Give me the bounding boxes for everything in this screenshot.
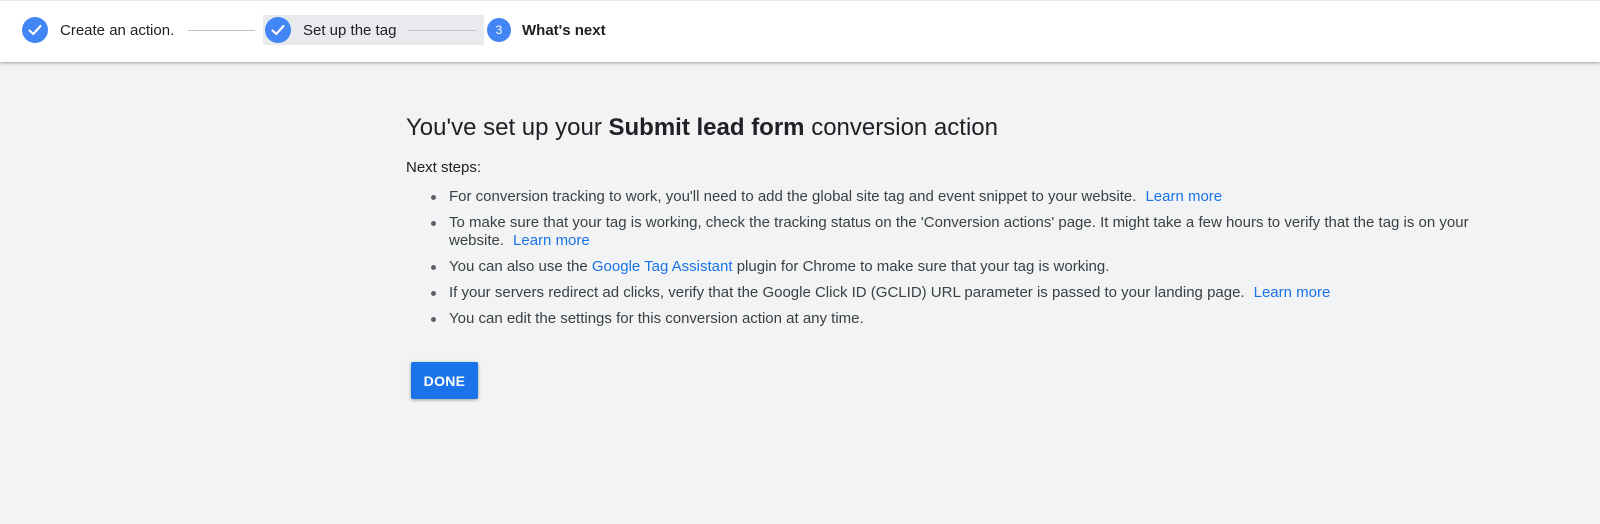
done-button[interactable]: DONE [411, 362, 478, 399]
list-item: You can edit the settings for this conve… [431, 310, 1486, 328]
learn-more-link[interactable]: Learn more [513, 232, 590, 249]
step-label: Create an action. [60, 21, 175, 39]
bullet-text: You can edit the settings for this conve… [449, 310, 864, 327]
bullet-text: To make sure that your tag is working, c… [449, 214, 1469, 249]
google-tag-assistant-link[interactable]: Google Tag Assistant [592, 258, 733, 275]
next-steps-list: For conversion tracking to work, you'll … [406, 188, 1486, 328]
conversion-action-name: Submit lead form [608, 114, 805, 141]
step-whats-next: 3 What's next [487, 15, 606, 45]
checkmark-icon [22, 17, 48, 43]
step-connector [188, 30, 255, 31]
step-label: What's next [522, 21, 606, 39]
learn-more-link[interactable]: Learn more [1254, 284, 1331, 301]
next-steps-label: Next steps: [406, 159, 482, 176]
list-item: If your servers redirect ad clicks, veri… [431, 284, 1486, 302]
stepper-bar: Create an action. Set up the tag 3 What'… [0, 0, 1600, 62]
bullet-text: For conversion tracking to work, you'll … [449, 188, 1137, 205]
step-label: Set up the tag [303, 21, 397, 39]
headline-prefix: You've set up your [406, 114, 609, 141]
bullet-text: You can also use the [449, 258, 592, 275]
checkmark-icon [265, 17, 291, 43]
headline-suffix: conversion action [804, 114, 998, 141]
list-item: You can also use the Google Tag Assistan… [431, 258, 1486, 276]
bullet-text: plugin for Chrome to make sure that your… [732, 258, 1110, 275]
list-item: For conversion tracking to work, you'll … [431, 188, 1486, 206]
bullet-text: If your servers redirect ad clicks, veri… [449, 284, 1245, 301]
learn-more-link[interactable]: Learn more [1145, 188, 1222, 205]
step-create-action[interactable]: Create an action. [22, 15, 174, 45]
list-item: To make sure that your tag is working, c… [431, 214, 1486, 250]
confirmation-panel: You've set up your Submit lead form conv… [406, 108, 1486, 399]
step-connector [408, 30, 476, 31]
step-number-badge: 3 [487, 18, 511, 42]
page-title: You've set up your Submit lead form conv… [406, 108, 1486, 148]
